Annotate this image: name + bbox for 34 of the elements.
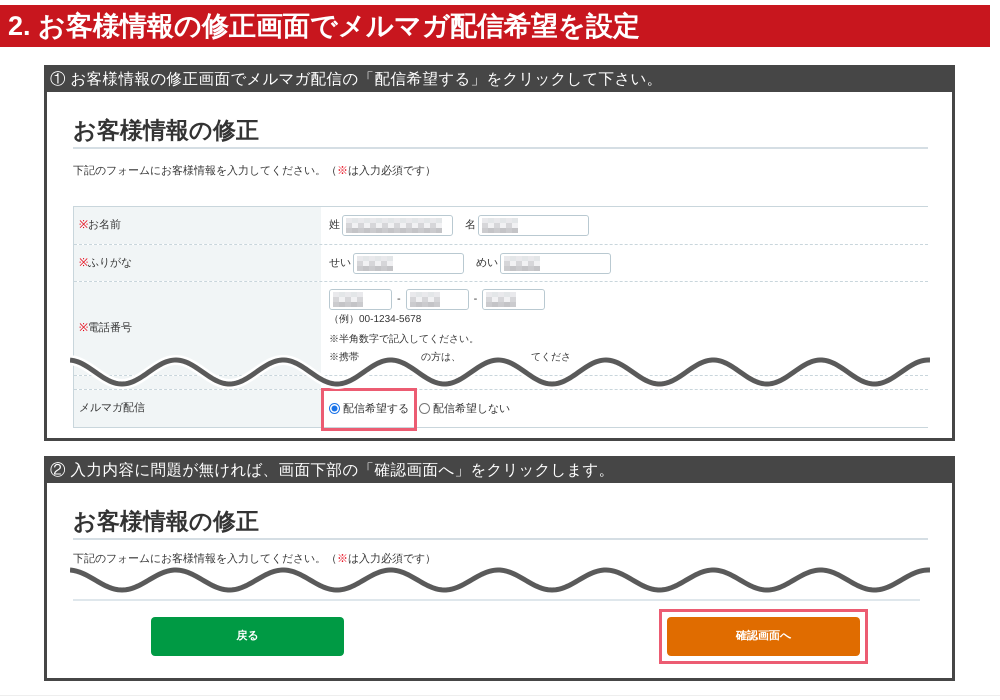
- form-description: 下記のフォームにお客様情報を入力してください。（※は入力必須です）: [73, 164, 436, 179]
- text-input[interactable]: [482, 289, 546, 310]
- note-text-fragment: ※携帯: [329, 350, 359, 365]
- radio-selected-icon[interactable]: [329, 403, 340, 414]
- form-title: お客様情報の修正: [73, 507, 259, 535]
- field-prefix-label: めい: [476, 256, 498, 271]
- step-header: ① お客様情報の修正画面でメルマガ配信の「配信希望する」をクリックして下さい。: [47, 68, 952, 92]
- field-prefix-label: 姓: [329, 218, 340, 234]
- dash-separator: -: [474, 292, 478, 308]
- text-input[interactable]: [500, 252, 611, 274]
- row-label-cell: メルマガ配信: [74, 390, 321, 427]
- text-input[interactable]: [406, 289, 469, 310]
- text-input[interactable]: [342, 215, 453, 236]
- section-banner: 2. お客様情報の修正画面でメルマガ配信希望を設定: [0, 5, 990, 47]
- row-label-cell: ※電話番号: [74, 282, 321, 375]
- dash-separator: -: [397, 292, 401, 308]
- field-prefix-label: せい: [329, 256, 351, 271]
- text-input[interactable]: [478, 215, 589, 236]
- row-label-cell: ※お名前: [74, 207, 321, 244]
- text-input[interactable]: [353, 252, 464, 274]
- form-description: 下記のフォームにお客様情報を入力してください。（※は入力必須です）: [73, 552, 436, 567]
- field-note: （例）00-1234-5678: [329, 313, 422, 327]
- back-button[interactable]: 戻る: [151, 617, 344, 656]
- step-header: ② 入力内容に問題が無ければ、画面下部の「確認画面へ」をクリックします。: [47, 459, 952, 483]
- field-prefix-label: 名: [465, 218, 476, 234]
- text-input[interactable]: [329, 289, 392, 310]
- radio-option[interactable]: 配信希望しない: [419, 402, 510, 416]
- field-note: ※半角数字で記入してください。: [329, 332, 479, 347]
- radio-option[interactable]: 配信希望する: [329, 402, 409, 416]
- radio-icon[interactable]: [419, 403, 430, 414]
- note-text-fragment: てくださ: [531, 351, 571, 365]
- note-text-fragment: の方は、: [421, 350, 461, 365]
- form-title: お客様情報の修正: [73, 116, 259, 144]
- row-label-cell: ※ふりがな: [74, 245, 321, 281]
